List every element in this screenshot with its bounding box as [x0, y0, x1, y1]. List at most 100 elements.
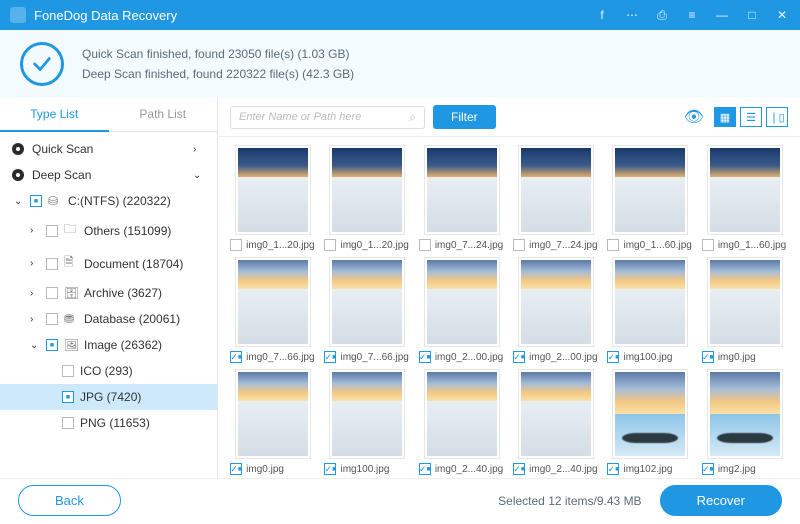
thumbnail[interactable]: [235, 369, 311, 459]
tab-type-list[interactable]: Type List: [0, 98, 109, 132]
checkbox[interactable]: [30, 195, 42, 207]
thumbnail[interactable]: [518, 369, 594, 459]
thumbnail[interactable]: [329, 145, 405, 235]
chevron-right-icon: [30, 225, 40, 236]
save-icon[interactable]: ⎙: [654, 7, 670, 23]
checkbox[interactable]: [46, 225, 58, 237]
minimize-icon[interactable]: —: [714, 7, 730, 23]
tree-volume[interactable]: ⛁ C:(NTFS) (220322): [0, 188, 217, 214]
file-card[interactable]: ✓img0_2...40.jpg: [511, 369, 601, 475]
file-checkbox[interactable]: ✓: [513, 351, 525, 363]
tree-quick-scan[interactable]: Quick Scan: [0, 136, 217, 162]
file-card[interactable]: ✓img0_2...00.jpg: [417, 257, 507, 363]
search-icon[interactable]: ⌕: [409, 110, 416, 125]
file-checkbox[interactable]: [324, 239, 336, 251]
thumbnail[interactable]: [424, 369, 500, 459]
file-card[interactable]: ✓img100.jpg: [322, 369, 412, 475]
thumbnail[interactable]: [235, 257, 311, 347]
thumbnail[interactable]: [612, 145, 688, 235]
thumbnail[interactable]: [235, 145, 311, 235]
file-card[interactable]: ✓img0.jpg: [700, 257, 790, 363]
tree-others[interactable]: 🗀 Others (151099): [0, 214, 217, 247]
checkbox[interactable]: [46, 339, 58, 351]
thumbnail[interactable]: [424, 145, 500, 235]
file-card[interactable]: ✓ img0_7...66.jpg: [228, 257, 318, 363]
file-name: img0_1...60.jpg: [718, 240, 786, 251]
file-card[interactable]: ✓img100.jpg: [605, 257, 695, 363]
checkbox[interactable]: [62, 417, 74, 429]
file-checkbox[interactable]: ✓: [513, 463, 525, 475]
view-list-icon[interactable]: ☰: [740, 107, 762, 127]
file-checkbox[interactable]: [607, 239, 619, 251]
file-checkbox[interactable]: ✓: [702, 351, 714, 363]
file-card[interactable]: ✓img0_2...40.jpg: [417, 369, 507, 475]
preview-eye-icon[interactable]: 👁: [684, 107, 704, 127]
chevron-down-icon: [193, 170, 203, 181]
tab-path-list[interactable]: Path List: [109, 98, 218, 132]
file-card[interactable]: img0_1...20.jpg: [322, 145, 412, 251]
thumbnail[interactable]: [707, 369, 783, 459]
tree-deep-scan[interactable]: Deep Scan: [0, 162, 217, 188]
checkbox[interactable]: [62, 365, 74, 377]
tree-archive[interactable]: 🗄 Archive (3627): [0, 280, 217, 306]
back-button[interactable]: Back: [18, 485, 121, 516]
file-checkbox[interactable]: ✓: [419, 351, 431, 363]
file-checkbox[interactable]: ✓: [230, 463, 242, 475]
file-checkbox[interactable]: [513, 239, 525, 251]
file-card[interactable]: ✓img102.jpg: [605, 369, 695, 475]
tree-jpg[interactable]: JPG (7420): [0, 384, 217, 410]
facebook-icon[interactable]: f: [594, 7, 610, 23]
file-card[interactable]: ✓ img0.jpg: [228, 369, 318, 475]
file-checkbox[interactable]: ✓: [607, 351, 619, 363]
thumbnail[interactable]: [612, 257, 688, 347]
file-card[interactable]: img0_1...20.jpg: [228, 145, 318, 251]
search-input[interactable]: [239, 111, 409, 123]
thumbnail[interactable]: [612, 369, 688, 459]
checkbox[interactable]: [62, 391, 74, 403]
thumbnail[interactable]: [518, 257, 594, 347]
file-name: img0.jpg: [246, 464, 284, 475]
view-grid-icon[interactable]: ▦: [714, 107, 736, 127]
thumbnail[interactable]: [329, 369, 405, 459]
tree-document[interactable]: 🗎 Document (18704): [0, 247, 217, 280]
file-card[interactable]: ✓img0_7...66.jpg: [322, 257, 412, 363]
file-card[interactable]: ✓img0_2...00.jpg: [511, 257, 601, 363]
tree-ico[interactable]: ICO (293): [0, 358, 217, 384]
file-checkbox[interactable]: ✓: [324, 351, 336, 363]
file-checkbox[interactable]: ✓: [230, 351, 242, 363]
file-card[interactable]: img0_1...60.jpg: [605, 145, 695, 251]
file-checkbox[interactable]: ✓: [607, 463, 619, 475]
filter-button[interactable]: Filter: [433, 105, 496, 129]
file-checkbox[interactable]: [230, 239, 242, 251]
close-icon[interactable]: ✕: [774, 7, 790, 23]
file-checkbox[interactable]: ✓: [324, 463, 336, 475]
file-card[interactable]: img0_7...24.jpg: [511, 145, 601, 251]
view-detail-icon[interactable]: ❘▯: [766, 107, 788, 127]
file-checkbox[interactable]: [419, 239, 431, 251]
file-card[interactable]: img0_7...24.jpg: [417, 145, 507, 251]
file-checkbox[interactable]: [702, 239, 714, 251]
checkbox[interactable]: [46, 287, 58, 299]
file-checkbox[interactable]: ✓: [702, 463, 714, 475]
thumbnail[interactable]: [518, 145, 594, 235]
thumbnail[interactable]: [707, 257, 783, 347]
file-card[interactable]: ✓img2.jpg: [700, 369, 790, 475]
file-name: img0_7...66.jpg: [246, 352, 314, 363]
titlebar: FoneDog Data Recovery f ⋯ ⎙ ≡ — □ ✕: [0, 0, 800, 30]
checkbox[interactable]: [46, 313, 58, 325]
maximize-icon[interactable]: □: [744, 7, 760, 23]
chevron-right-icon: [30, 258, 40, 269]
recover-button[interactable]: Recover: [660, 485, 782, 516]
feedback-icon[interactable]: ⋯: [624, 7, 640, 23]
tree-database[interactable]: ⛃ Database (20061): [0, 306, 217, 332]
tree-png[interactable]: PNG (11653): [0, 410, 217, 436]
file-card[interactable]: img0_1...60.jpg: [700, 145, 790, 251]
menu-icon[interactable]: ≡: [684, 7, 700, 23]
window-title: FoneDog Data Recovery: [34, 8, 594, 23]
thumbnail[interactable]: [424, 257, 500, 347]
file-checkbox[interactable]: ✓: [419, 463, 431, 475]
checkbox[interactable]: [46, 258, 58, 270]
tree-image[interactable]: 🖼 Image (26362): [0, 332, 217, 358]
thumbnail[interactable]: [329, 257, 405, 347]
thumbnail[interactable]: [707, 145, 783, 235]
